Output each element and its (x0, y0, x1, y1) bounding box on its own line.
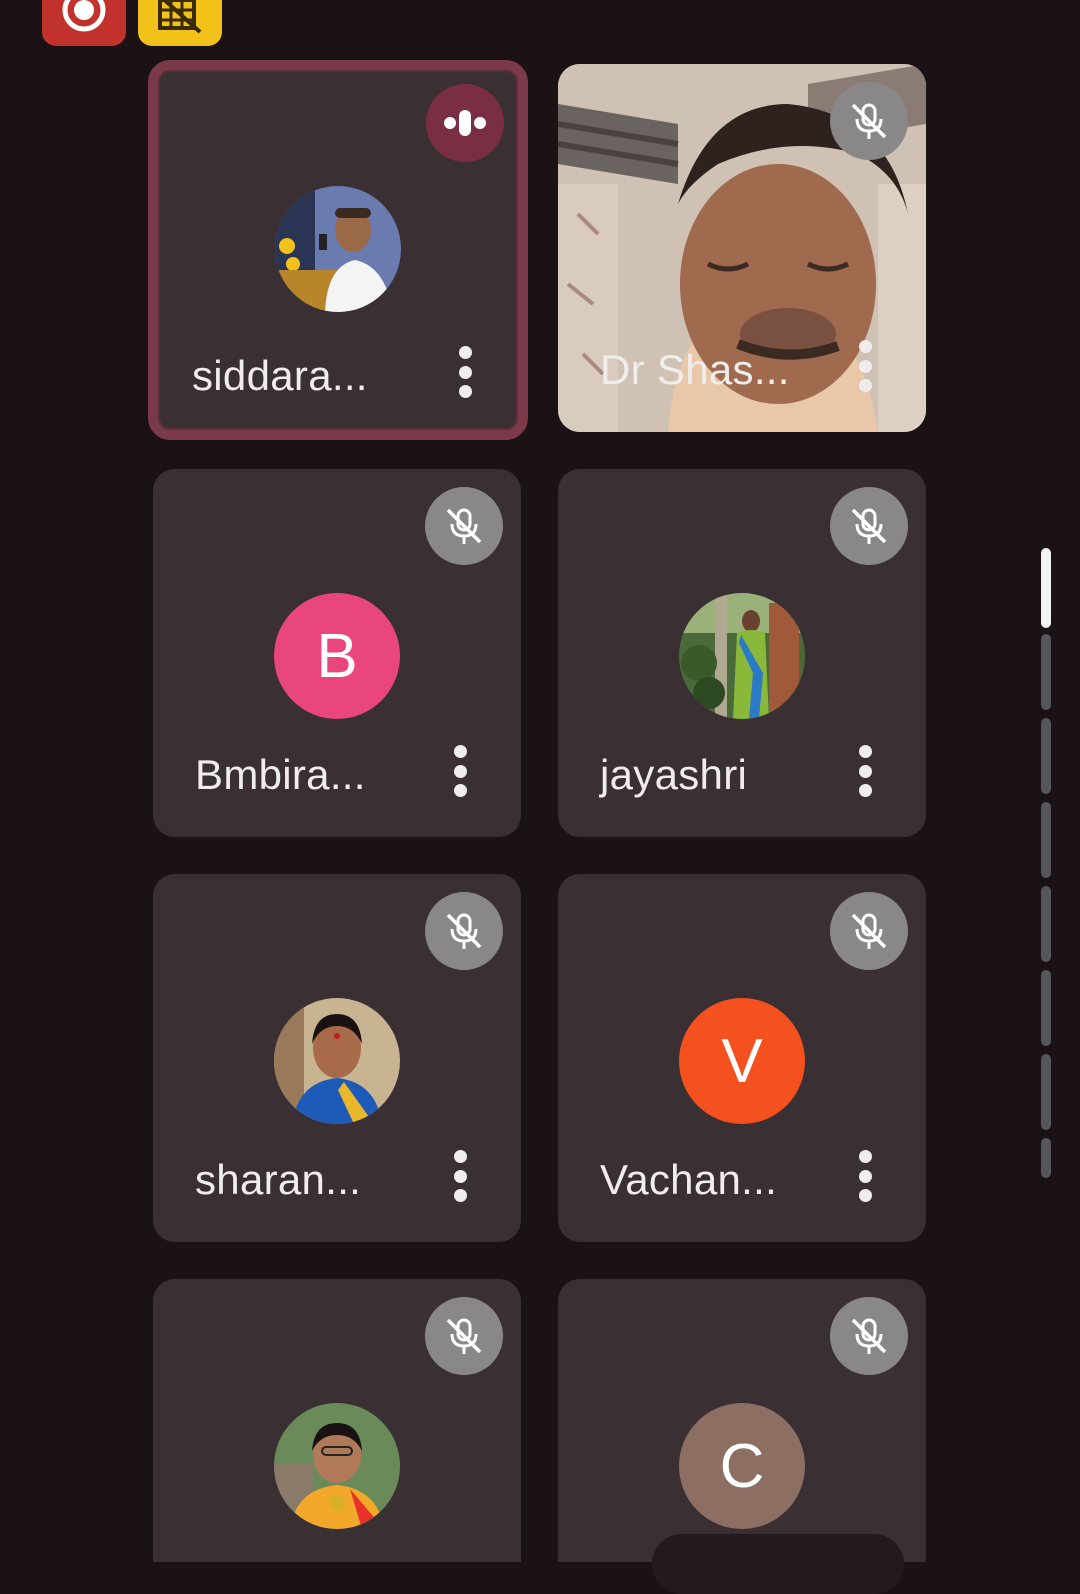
avatar: V (679, 998, 805, 1124)
mic-muted-indicator (830, 892, 908, 970)
avatar-initial: C (719, 1431, 765, 1501)
more-options-button[interactable] (458, 346, 472, 398)
mic-muted-indicator (425, 1297, 503, 1375)
dot-icon (453, 1150, 467, 1163)
dot-icon (858, 1189, 872, 1202)
bottom-overlay-pill[interactable] (652, 1534, 904, 1594)
participant-tile[interactable] (153, 1279, 521, 1562)
dot-icon (458, 346, 472, 359)
scrollbar[interactable] (1041, 548, 1051, 1178)
more-options-button[interactable] (858, 1150, 872, 1202)
mic-off-icon (851, 103, 887, 139)
scrollbar-segment (1041, 1138, 1051, 1178)
dot-icon (458, 385, 472, 398)
scrollbar-segment (1041, 1054, 1051, 1130)
dot-icon (858, 764, 872, 778)
dot-icon (858, 745, 872, 758)
avatar (275, 186, 401, 312)
participant-tile[interactable]: jayashri (558, 469, 926, 837)
dot-icon (858, 359, 872, 373)
scrollbar-segment (1041, 802, 1051, 878)
avatar: B (274, 593, 400, 719)
participant-tile[interactable]: sharan... (153, 874, 521, 1242)
participant-tile[interactable]: siddara... (148, 60, 528, 440)
mic-muted-indicator (425, 892, 503, 970)
avatar (679, 593, 805, 719)
participant-tile[interactable]: V Vachan... (558, 874, 926, 1242)
dot-icon (453, 745, 467, 758)
scrollbar-segment (1041, 886, 1051, 962)
scrollbar-thumb[interactable] (1041, 548, 1051, 628)
scrollbar-segment (1041, 970, 1051, 1046)
mic-off-icon (851, 508, 887, 544)
dot-icon (453, 1189, 467, 1202)
dot-icon (858, 1150, 872, 1163)
more-options-button[interactable] (453, 745, 467, 797)
camera-status-indicator[interactable] (138, 0, 222, 46)
mic-muted-indicator (830, 487, 908, 565)
participant-tile[interactable]: C (558, 1279, 926, 1562)
more-options-button[interactable] (858, 340, 872, 392)
participant-name: jayashri (600, 751, 748, 798)
avatar (274, 1403, 400, 1529)
dot-icon (858, 1169, 872, 1183)
participant-tile[interactable]: B Bmbira... (153, 469, 521, 837)
avatar-initial: B (316, 621, 358, 691)
mic-off-icon (446, 1318, 482, 1354)
dot-icon (858, 784, 872, 797)
mic-off-icon (446, 913, 482, 949)
mic-off-icon (446, 508, 482, 544)
mic-muted-indicator (830, 82, 908, 160)
participant-name: siddara... (192, 352, 368, 399)
mic-off-icon (851, 1318, 887, 1354)
speaking-indicator (426, 84, 504, 162)
avatar (274, 998, 400, 1124)
dot-icon (453, 1169, 467, 1183)
participant-name: Bmbira... (195, 751, 366, 798)
avatar-initial: V (721, 1026, 763, 1096)
camera-off-grid-icon (158, 0, 202, 34)
participant-tile[interactable]: Dr Shas... (558, 64, 926, 432)
scrollbar-segment (1041, 634, 1051, 710)
participant-name: sharan... (195, 1156, 362, 1203)
recording-indicator[interactable] (42, 0, 126, 46)
dot-icon (453, 764, 467, 778)
record-icon (62, 0, 106, 32)
more-options-button[interactable] (858, 745, 872, 797)
dot-icon (458, 365, 472, 379)
mic-muted-indicator (425, 487, 503, 565)
participant-name: Dr Shas... (600, 346, 790, 393)
more-options-button[interactable] (453, 1150, 467, 1202)
scrollbar-segment (1041, 718, 1051, 794)
participant-name: Vachan... (600, 1156, 778, 1203)
audio-level-icon (444, 110, 486, 136)
dot-icon (858, 379, 872, 392)
mic-muted-indicator (830, 1297, 908, 1375)
dot-icon (453, 784, 467, 797)
mic-off-icon (851, 913, 887, 949)
avatar: C (679, 1403, 805, 1529)
dot-icon (858, 340, 872, 353)
